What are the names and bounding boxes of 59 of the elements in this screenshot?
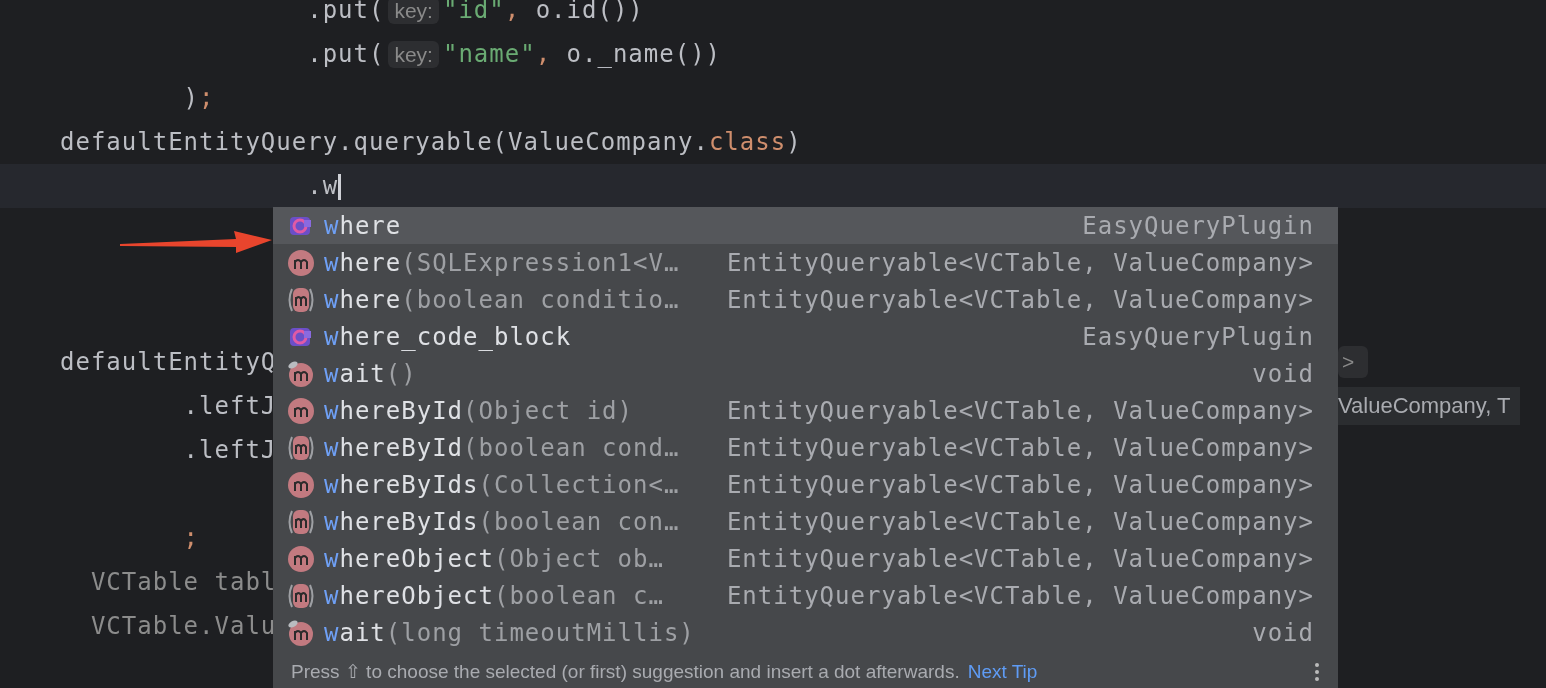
method-parameters: (Object ob…: [493, 544, 664, 573]
method-overload-icon: [287, 581, 315, 610]
method-overload-icon: [287, 285, 315, 314]
method-overload-icon: [287, 507, 315, 536]
method-icon: [287, 470, 315, 499]
method-icon: [287, 248, 315, 277]
code-line: ;: [183, 524, 200, 552]
completion-item[interactable]: where(boolean conditio… EntityQueryable<VCTable, ValueCompany>: [273, 281, 1338, 318]
method-name: whereById: [324, 433, 464, 462]
completion-item[interactable]: where(SQLExpression1<V… EntityQueryable<VCTable, ValueCompany>: [273, 244, 1338, 281]
code-line: .put( key: "id", o.id()): [307, 0, 644, 24]
method-parameters: (boolean c…: [493, 581, 664, 610]
method-name: where: [324, 211, 402, 240]
completion-item[interactable]: whereByIds(boolean con… EntityQueryable<VCTable, ValueCompany>: [273, 503, 1338, 540]
method-name: wait: [324, 618, 386, 647]
return-type: EntityQueryable<VCTable, ValueCompany>: [726, 248, 1314, 277]
method-pinned-icon: [287, 618, 315, 647]
completion-item[interactable]: whereByIds(Collection<… EntityQueryable<VCTable, ValueCompany>: [273, 466, 1338, 503]
return-type: EntityQueryable<VCTable, ValueCompany>: [726, 433, 1314, 462]
code-line: );: [183, 84, 215, 112]
parameter-hint: ValueCompany, T: [1338, 387, 1521, 425]
method-name: where: [324, 248, 402, 277]
return-type: EntityQueryable<VCTable, ValueCompany>: [726, 470, 1314, 499]
method-icon: [287, 544, 315, 573]
method-name: where_code_block: [324, 322, 572, 351]
return-type: void: [1252, 359, 1314, 388]
method-parameters: (boolean con…: [478, 507, 680, 536]
inlay-hint: >: [1338, 346, 1369, 378]
method-parameters: (boolean conditio…: [401, 285, 680, 314]
method-overload-icon: [287, 433, 315, 462]
return-type: EntityQueryable<VCTable, ValueCompany>: [726, 507, 1314, 536]
return-type: EntityQueryable<VCTable, ValueCompany>: [726, 396, 1314, 425]
return-type: EasyQueryPlugin: [1082, 211, 1314, 240]
method-parameters: (long timeoutMillis): [385, 618, 695, 647]
completion-item[interactable]: where EasyQueryPlugin: [273, 207, 1338, 244]
return-type: EntityQueryable<VCTable, ValueCompany>: [726, 285, 1314, 314]
method-name: wait: [324, 359, 386, 388]
method-parameters: (Collection<…: [478, 470, 680, 499]
method-pinned-icon: [287, 359, 315, 388]
method-name: whereByIds: [324, 507, 479, 536]
method-icon: [287, 396, 315, 425]
return-type: EntityQueryable<VCTable, ValueCompany>: [726, 544, 1314, 573]
method-name: whereByIds: [324, 470, 479, 499]
more-options-icon[interactable]: [1314, 661, 1320, 682]
return-type: void: [1252, 618, 1314, 647]
method-name: whereObject: [324, 581, 494, 610]
method-parameters: (): [385, 359, 417, 388]
code-line: defaultEntityQuery.queryable(ValueCompany.class): [60, 128, 802, 156]
method-name: whereObject: [324, 544, 494, 573]
code-line: .put( key: "name", o._name()): [307, 40, 722, 68]
method-parameters: (SQLExpression1<V…: [401, 248, 680, 277]
return-type: EntityQueryable<VCTable, ValueCompany>: [726, 581, 1314, 610]
return-type: EasyQueryPlugin: [1082, 322, 1314, 351]
hint-text: Press ⇧ to choose the selected (or first) suggestion and insert a dot afterwards.: [291, 660, 960, 683]
method-parameters: (Object id): [463, 396, 633, 425]
method-name: where: [324, 285, 402, 314]
method-name: whereById: [324, 396, 464, 425]
method-parameters: (boolean cond…: [463, 433, 680, 462]
code-line: .w: [307, 172, 342, 200]
